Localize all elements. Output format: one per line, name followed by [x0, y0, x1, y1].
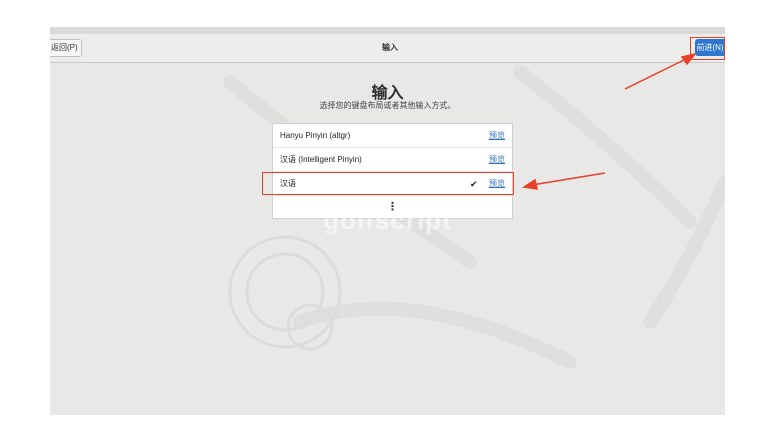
installer-screen: 返回(P) 输入 前进(N) 输入 选择您的键盘布局或者其他输入方式。 Hany…: [50, 27, 725, 415]
annotation-arrows: [521, 52, 697, 190]
